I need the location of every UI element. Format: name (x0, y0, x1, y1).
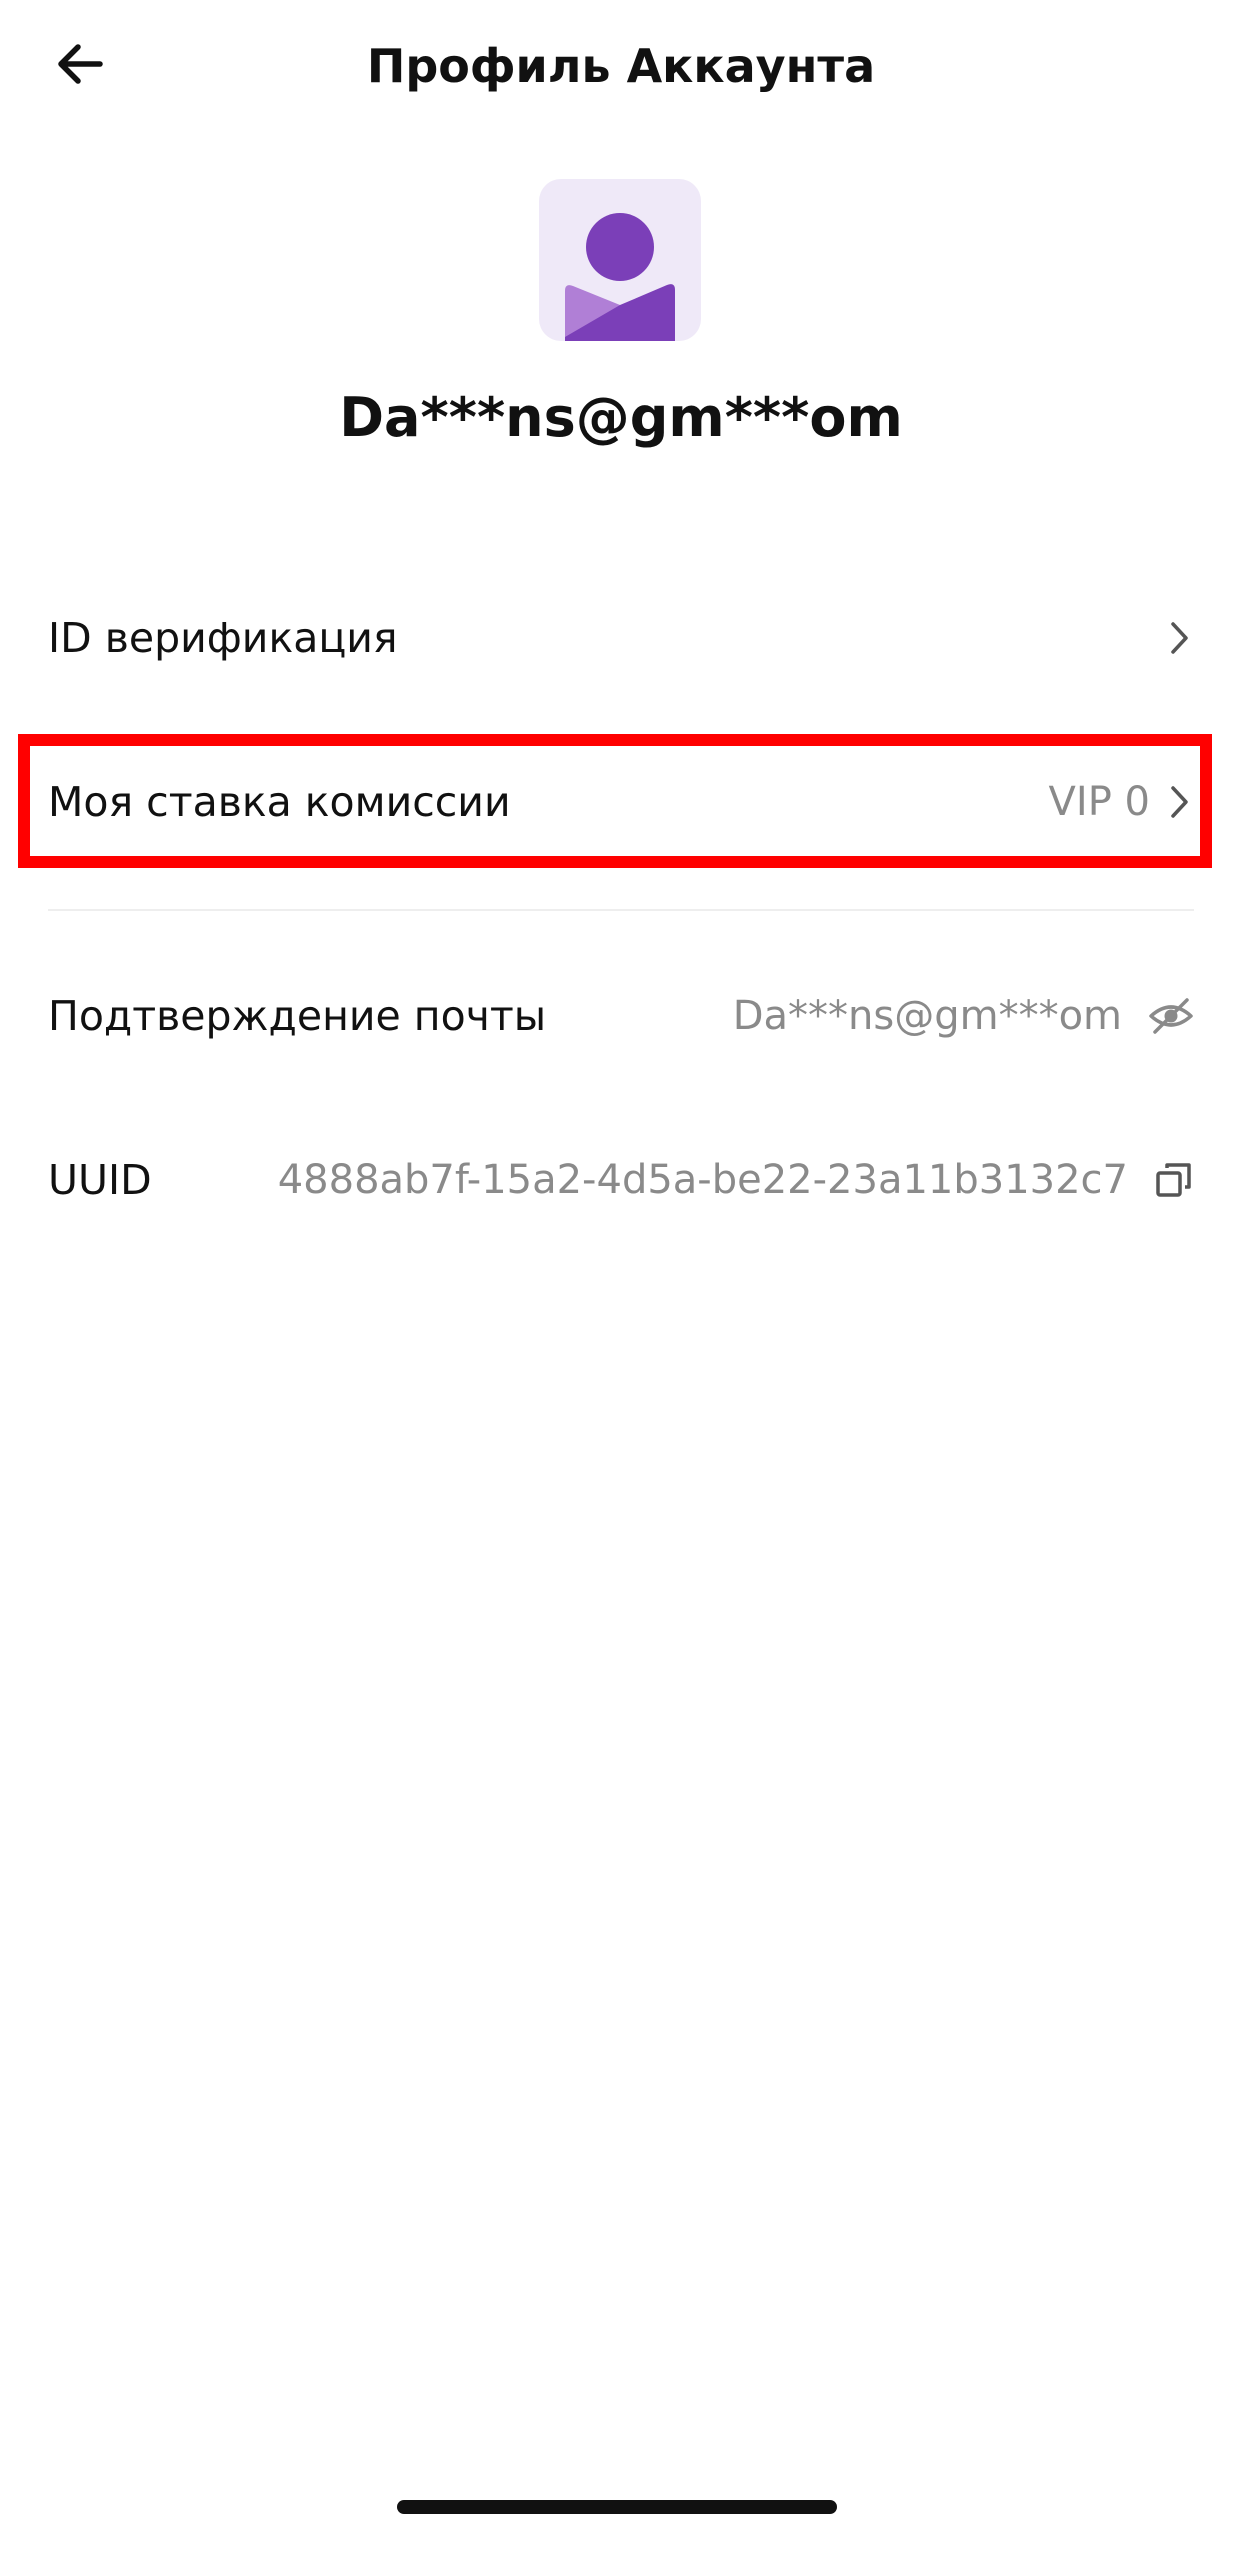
page-title: Профиль Аккаунта (366, 39, 876, 93)
uuid-right: 4888ab7f-15a2-4d5a-be22-23a11b3132c7 (278, 1157, 1194, 1203)
uuid-label: UUID (48, 1156, 152, 1204)
commission-rate-row[interactable]: Моя ставка комиссии VIP 0 (48, 752, 1194, 852)
email-confirmation-row: Подтверждение почты Da***ns@gm***om (48, 966, 1194, 1066)
uuid-value: 4888ab7f-15a2-4d5a-be22-23a11b3132c7 (277, 1157, 1128, 1203)
chevron-right-icon (1164, 618, 1194, 658)
account-name: Da***ns@gm***om (339, 386, 903, 449)
eye-off-icon[interactable] (1148, 996, 1194, 1036)
commission-rate-label: Моя ставка комиссии (48, 778, 511, 826)
copy-icon[interactable] (1154, 1160, 1194, 1200)
email-confirmation-right: Da***ns@gm***om (733, 993, 1194, 1039)
email-value: Da***ns@gm***om (732, 993, 1122, 1039)
id-verification-right (1150, 618, 1194, 658)
uuid-row: UUID 4888ab7f-15a2-4d5a-be22-23a11b3132c… (48, 1130, 1194, 1230)
divider (48, 909, 1194, 911)
commission-rate-right: VIP 0 (1049, 779, 1194, 825)
avatar (539, 179, 701, 341)
vip-level-value: VIP 0 (1048, 779, 1150, 825)
chevron-right-icon (1164, 782, 1194, 822)
user-avatar-icon (539, 213, 701, 341)
id-verification-label: ID верификация (48, 614, 398, 662)
home-indicator (397, 2500, 837, 2514)
email-confirmation-label: Подтверждение почты (48, 992, 547, 1040)
id-verification-row[interactable]: ID верификация (48, 588, 1194, 688)
